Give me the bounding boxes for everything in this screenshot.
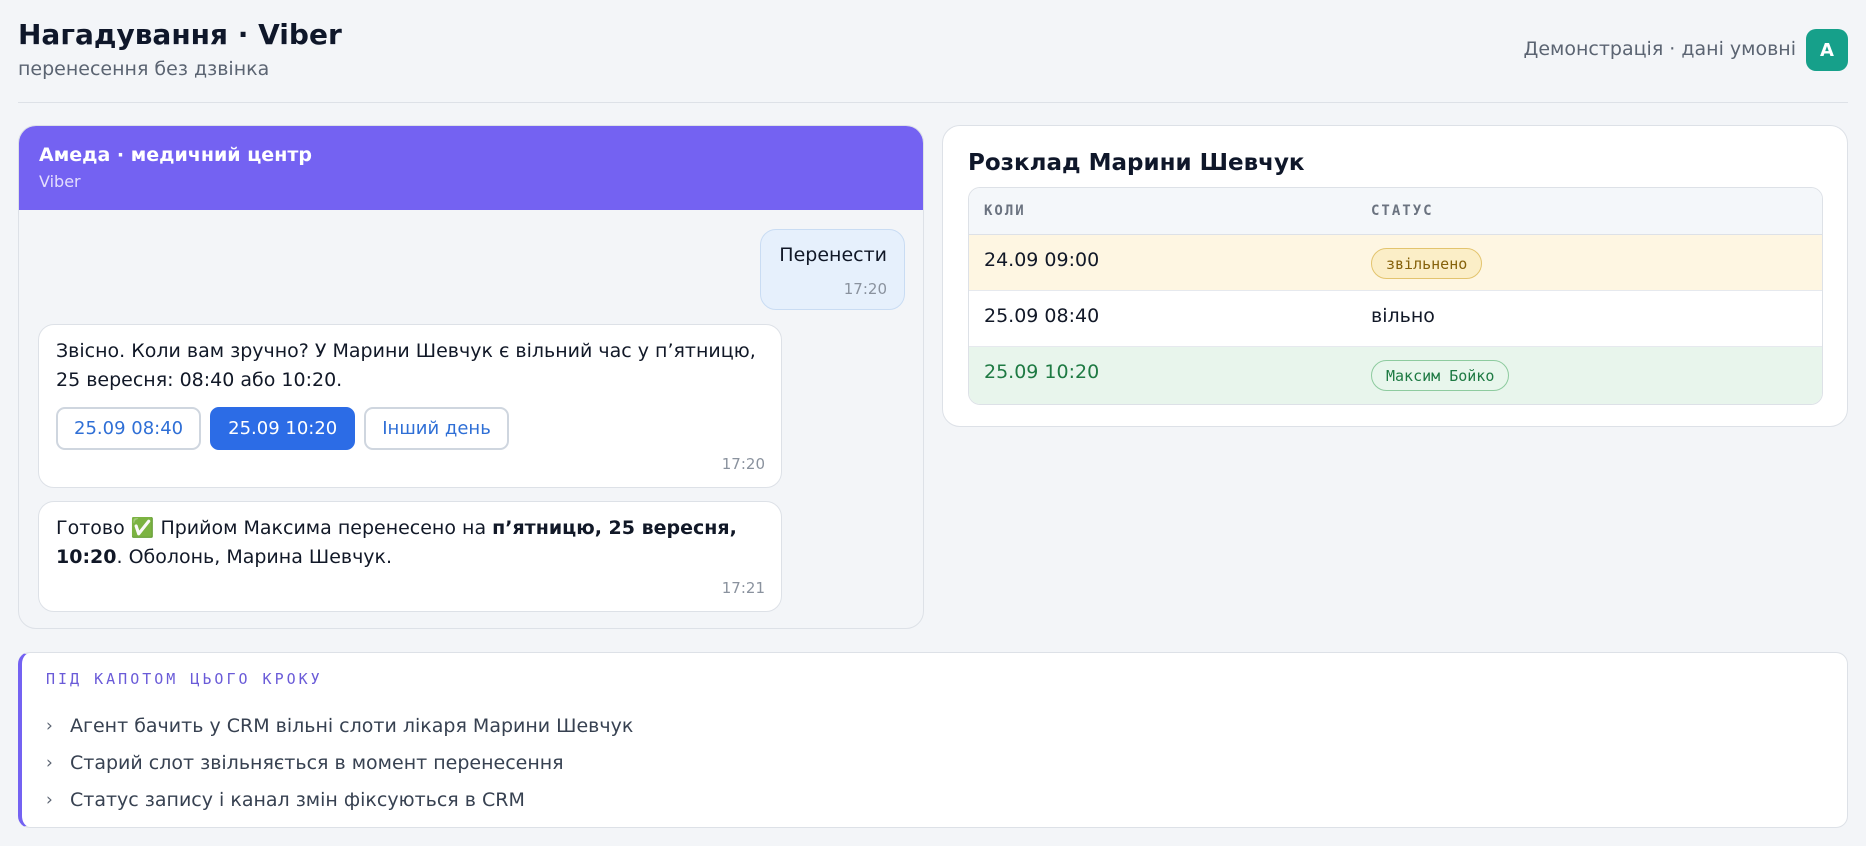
status-badge: звільнено: [1371, 248, 1483, 279]
outgoing-message: Перенести 17:20: [760, 229, 905, 310]
page-title: Нагадування · Viber: [18, 18, 342, 51]
under-the-hood-list: › Агент бачить у CRM вільні слоти лікаря…: [46, 707, 633, 818]
table-row: 25.09 10:20 Максим Бойко: [969, 347, 1822, 404]
list-item-text: Старий слот звільняється в момент перене…: [70, 751, 564, 774]
message-time: 17:21: [721, 579, 765, 597]
schedule-title: Розклад Марини Шевчук: [968, 150, 1305, 176]
page-header: Нагадування · Viber перенесення без дзві…: [18, 0, 1848, 103]
message-text: Перенести: [779, 244, 887, 266]
slot-time: 24.09 09:00: [984, 249, 1100, 271]
demo-note: Демонстрація · дані умовні: [1523, 38, 1796, 60]
quick-reply-1020[interactable]: 25.09 10:20: [210, 407, 356, 450]
list-item-text: Агент бачить у CRM вільні слоти лікаря М…: [70, 714, 634, 737]
message-text-start: Готово ✅ Прийом Максима перенесено на: [56, 517, 493, 539]
message-text: Готово ✅ Прийом Максима перенесено на п’…: [56, 514, 766, 572]
quick-reply-0840[interactable]: 25.09 08:40: [56, 407, 202, 450]
column-header-when: КОЛИ: [984, 203, 1026, 219]
status-badge: Максим Бойко: [1371, 360, 1510, 391]
chat-channel: Viber: [39, 172, 81, 191]
quick-reply-other-day[interactable]: Інший день: [364, 407, 509, 450]
under-the-hood-panel: ПІД КАПОТОМ ЦЬОГО КРОКУ › Агент бачить у…: [18, 652, 1848, 828]
message-time: 17:20: [843, 280, 887, 298]
chat-header: Амеда · медичний центр Viber: [19, 126, 923, 210]
slot-time: 25.09 10:20: [984, 361, 1100, 383]
chevron-right-icon: ›: [46, 715, 53, 736]
schedule-table: КОЛИ СТАТУС 24.09 09:00 звільнено 25.09 …: [968, 187, 1823, 405]
slot-status: вільно: [1371, 305, 1435, 327]
incoming-message: Звісно. Коли вам зручно? У Марини Шевчук…: [38, 324, 782, 488]
list-item: › Статус запису і канал змін фіксуються …: [46, 781, 633, 818]
list-item-text: Статус запису і канал змін фіксуються в …: [70, 788, 525, 811]
chat-panel: Амеда · медичний центр Viber Перенести 1…: [18, 125, 924, 629]
message-time: 17:20: [721, 455, 765, 473]
quick-replies: 25.09 08:40 25.09 10:20 Інший день: [56, 407, 509, 450]
message-text: Звісно. Коли вам зручно? У Марини Шевчук…: [56, 340, 756, 391]
chevron-right-icon: ›: [46, 752, 53, 773]
chat-title: Амеда · медичний центр: [39, 144, 312, 166]
page-subtitle: перенесення без дзвінка: [18, 58, 270, 80]
list-item: › Старий слот звільняється в момент пере…: [46, 744, 633, 781]
message-text-end: . Оболонь, Марина Шевчук.: [116, 546, 393, 568]
table-row: 24.09 09:00 звільнено: [969, 235, 1822, 291]
table-row: 25.09 08:40 вільно: [969, 291, 1822, 347]
schedule-panel: Розклад Марини Шевчук КОЛИ СТАТУС 24.09 …: [942, 125, 1848, 427]
chevron-right-icon: ›: [46, 789, 53, 810]
incoming-message: Готово ✅ Прийом Максима перенесено на п’…: [38, 501, 782, 612]
slot-time: 25.09 08:40: [984, 305, 1100, 327]
column-header-status: СТАТУС: [1371, 203, 1434, 219]
under-the-hood-title: ПІД КАПОТОМ ЦЬОГО КРОКУ: [46, 670, 323, 688]
list-item: › Агент бачить у CRM вільні слоти лікаря…: [46, 707, 633, 744]
avatar[interactable]: A: [1806, 29, 1848, 71]
table-header: КОЛИ СТАТУС: [969, 188, 1822, 235]
